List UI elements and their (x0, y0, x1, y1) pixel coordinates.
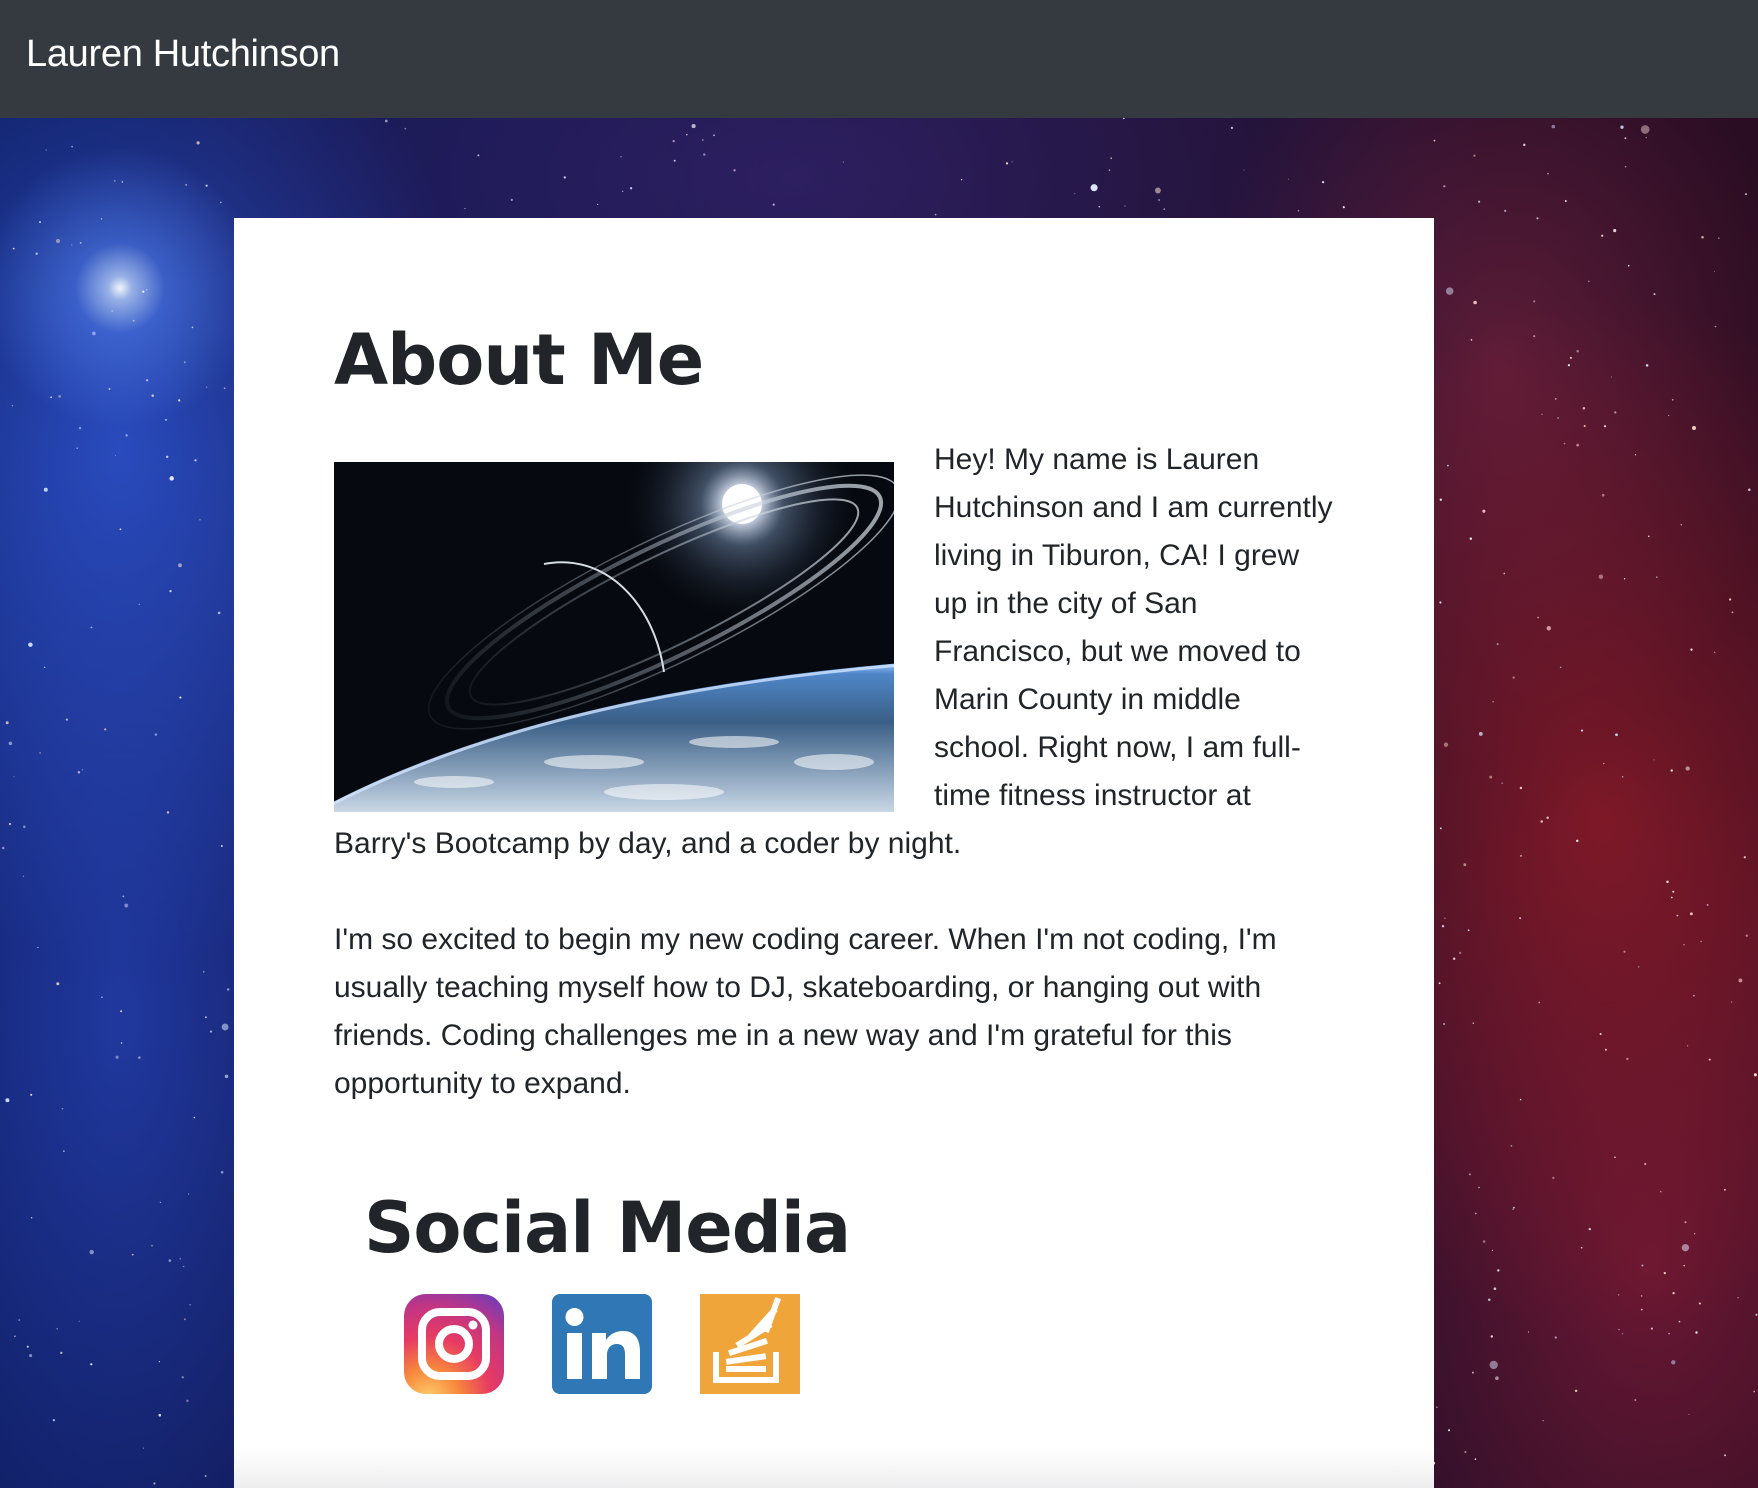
stackoverflow-link[interactable] (700, 1294, 800, 1394)
about-content: Hey! My name is Lauren Hutchinson and I … (334, 436, 1334, 1108)
social-media-heading: Social Media (364, 1187, 851, 1269)
stackoverflow-icon (700, 1294, 800, 1394)
navbar: Lauren Hutchinson (0, 0, 1758, 118)
card-bottom-fade (234, 1448, 1434, 1488)
about-me-heading: About Me (334, 319, 704, 401)
navbar-brand-link[interactable]: Lauren Hutchinson (26, 0, 340, 108)
linkedin-icon (552, 1294, 652, 1394)
instagram-link[interactable] (404, 1294, 504, 1394)
about-paragraph-2: I'm so excited to begin my new coding ca… (334, 923, 1277, 1100)
about-card: About Me Hey! My name is Lauren Hutchins… (234, 218, 1434, 1488)
linkedin-link[interactable] (552, 1294, 652, 1394)
instagram-icon (404, 1294, 504, 1394)
planet-photo (334, 462, 894, 812)
